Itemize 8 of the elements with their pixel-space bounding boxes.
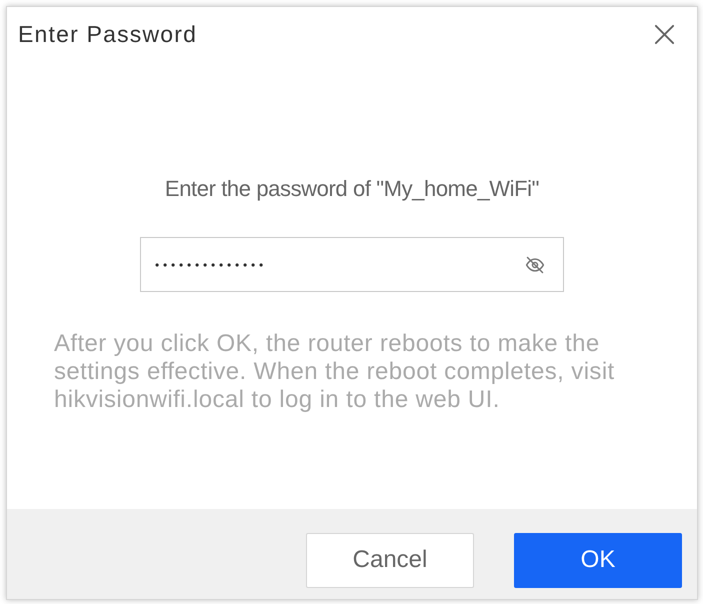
ok-button[interactable]: OK	[514, 532, 682, 588]
dialog-title: Enter Password	[18, 20, 198, 49]
close-icon[interactable]	[654, 24, 675, 44]
cancel-button[interactable]: Cancel	[306, 532, 474, 588]
reboot-note: After you click OK, the router reboots to make the settings effective. When the reboot completes, visit hikvisionwifi.local to log in to the web UI.	[54, 330, 616, 414]
password-prompt: Enter the password of "My_home_WiFi"	[164, 175, 540, 203]
password-field[interactable]: ••••••••••••••	[140, 237, 564, 292]
eye-off-icon[interactable]	[525, 254, 545, 274]
